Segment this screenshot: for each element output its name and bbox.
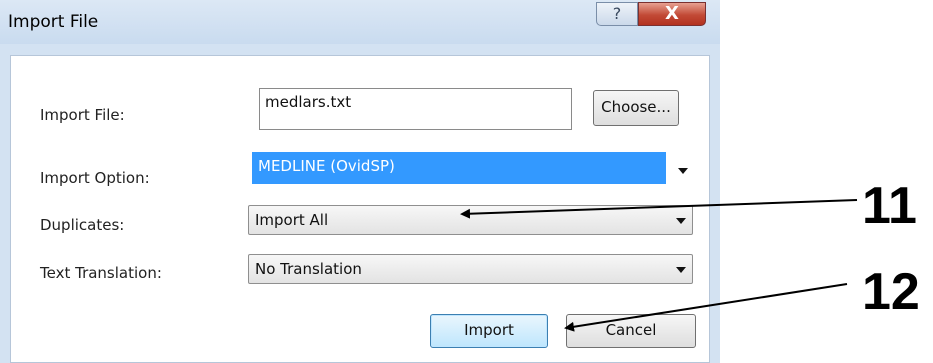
- callout-11: 11: [862, 177, 917, 235]
- callout-12: 12: [862, 263, 920, 321]
- arrow-11: [460, 199, 858, 219]
- annotation-arrows: [460, 199, 858, 332]
- arrow-12: [564, 283, 848, 332]
